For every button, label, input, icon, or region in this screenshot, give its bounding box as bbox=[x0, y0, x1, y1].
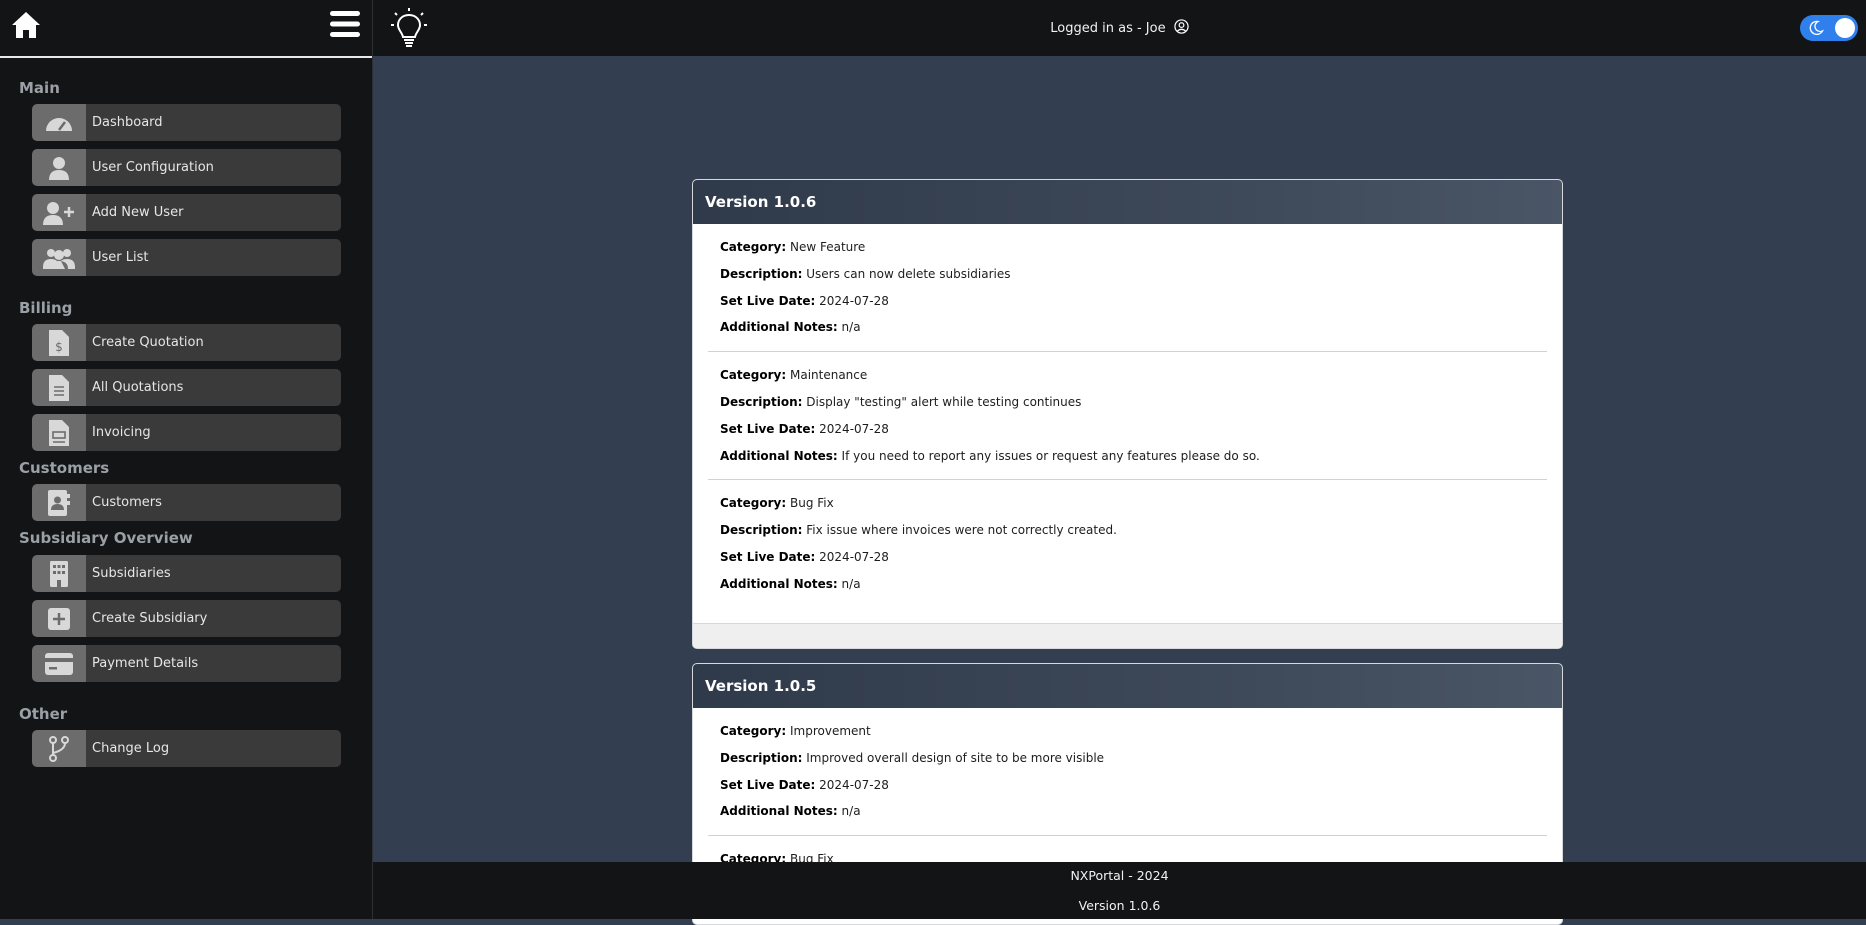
additional-notes-label: Additional Notes: bbox=[720, 576, 838, 591]
set-live-date-label: Set Live Date: bbox=[720, 293, 816, 308]
version-title: Version 1.0.5 bbox=[693, 664, 1562, 708]
sidebar-top bbox=[0, 0, 372, 58]
file-invoice-icon bbox=[32, 414, 86, 451]
set-live-date-label: Set Live Date: bbox=[720, 421, 816, 436]
code-branch-icon bbox=[32, 730, 86, 767]
sidebar-item-customers[interactable]: Customers bbox=[32, 484, 341, 521]
section-title-billing: Billing bbox=[19, 299, 73, 317]
description-value: Improved overall design of site to be mo… bbox=[806, 750, 1105, 765]
category-value: New Feature bbox=[789, 240, 866, 254]
category-label: Category: bbox=[720, 724, 787, 738]
description-label: Description: bbox=[720, 394, 803, 409]
sidebar-item-label: Payment Details bbox=[92, 656, 199, 671]
sidebar-item-label: Create Subsidiary bbox=[92, 611, 208, 626]
section-title-customers: Customers bbox=[19, 459, 110, 477]
set-live-date-label: Set Live Date: bbox=[720, 777, 816, 792]
sidebar-item-label: Add New User bbox=[92, 205, 184, 220]
additional-notes-label: Additional Notes: bbox=[720, 804, 838, 819]
home-icon[interactable] bbox=[10, 10, 46, 46]
sidebar-item-subsidiaries[interactable]: Subsidiaries bbox=[32, 555, 341, 592]
building-icon bbox=[32, 555, 86, 592]
login-status: Logged in as - Joe bbox=[373, 19, 1866, 38]
sidebar-item-create-subsidiary[interactable]: Create Subsidiary bbox=[32, 600, 341, 637]
sidebar: Main Dashboard User Configuration Add Ne… bbox=[0, 0, 373, 919]
sidebar-item-label: Dashboard bbox=[92, 115, 163, 130]
changelog-entry: Category: Bug Fix Description: Fix issue… bbox=[708, 479, 1547, 607]
category-label: Category: bbox=[720, 496, 787, 511]
address-book-icon bbox=[32, 484, 86, 521]
set-live-date-value: 2024-07-28 bbox=[819, 777, 889, 792]
sidebar-item-label: Create Quotation bbox=[92, 335, 204, 350]
sidebar-item-label: Subsidiaries bbox=[92, 566, 171, 581]
additional-notes-value: n/a bbox=[841, 804, 861, 819]
user-plus-icon bbox=[32, 194, 86, 231]
category-label: Category: bbox=[720, 368, 787, 383]
description-label: Description: bbox=[720, 750, 803, 765]
sidebar-item-user-configuration[interactable]: User Configuration bbox=[32, 149, 341, 186]
menu-icon[interactable] bbox=[330, 11, 362, 39]
sidebar-item-label: All Quotations bbox=[92, 380, 184, 395]
invoice-dollar-icon: $ bbox=[32, 324, 86, 361]
sidebar-item-change-log[interactable]: Change Log bbox=[32, 730, 341, 767]
square-plus-icon bbox=[32, 600, 86, 637]
sidebar-item-invoicing[interactable]: Invoicing bbox=[32, 414, 341, 451]
sidebar-item-user-list[interactable]: User List bbox=[32, 239, 341, 276]
category-label: Category: bbox=[720, 240, 787, 254]
set-live-date-value: 2024-07-28 bbox=[819, 549, 889, 564]
category-value: Improvement bbox=[789, 724, 871, 738]
card-footer bbox=[693, 623, 1562, 648]
users-icon bbox=[32, 239, 86, 276]
additional-notes-value: n/a bbox=[841, 576, 861, 591]
description-label: Description: bbox=[720, 523, 803, 538]
dark-mode-toggle[interactable] bbox=[1800, 15, 1858, 41]
additional-notes-label: Additional Notes: bbox=[720, 320, 838, 335]
category-value: Bug Fix bbox=[789, 496, 834, 511]
sidebar-item-label: Change Log bbox=[92, 741, 170, 756]
sidebar-item-all-quotations[interactable]: All Quotations bbox=[32, 369, 341, 406]
additional-notes-label: Additional Notes: bbox=[720, 448, 838, 463]
category-value: Maintenance bbox=[789, 368, 868, 383]
page-footer: NXPortal - 2024 Version 1.0.6 bbox=[373, 862, 1866, 919]
section-title-main: Main bbox=[19, 79, 60, 97]
description-label: Description: bbox=[720, 266, 803, 281]
section-title-subsidiary-overview: Subsidiary Overview bbox=[19, 529, 193, 547]
changelog-entry: Category: Improvement Description: Impro… bbox=[693, 708, 1562, 835]
credit-card-icon bbox=[32, 645, 86, 682]
svg-text:$: $ bbox=[55, 340, 63, 354]
sidebar-item-label: Invoicing bbox=[92, 425, 151, 440]
description-value: Users can now delete subsidiaries bbox=[806, 266, 1011, 281]
sidebar-item-add-new-user[interactable]: Add New User bbox=[32, 194, 341, 231]
description-value: Display "testing" alert while testing co… bbox=[806, 394, 1082, 409]
additional-notes-value: n/a bbox=[841, 320, 861, 335]
sidebar-item-label: User Configuration bbox=[92, 160, 214, 175]
sidebar-item-label: Customers bbox=[92, 495, 162, 510]
sidebar-item-dashboard[interactable]: Dashboard bbox=[32, 104, 341, 141]
changelog-entry: Category: New Feature Description: Users… bbox=[693, 224, 1562, 351]
changelog-entry: Category: Maintenance Description: Displ… bbox=[708, 351, 1547, 479]
additional-notes-value: If you need to report any issues or requ… bbox=[841, 448, 1260, 463]
user-icon bbox=[32, 149, 86, 186]
login-text: Logged in as - Joe bbox=[1050, 21, 1166, 36]
moon-icon bbox=[1808, 20, 1825, 40]
footer-version: Version 1.0.6 bbox=[1078, 898, 1161, 913]
toggle-knob bbox=[1835, 18, 1855, 38]
top-header: Logged in as - Joe bbox=[373, 0, 1866, 56]
version-card: Version 1.0.6 Category: New Feature Desc… bbox=[692, 179, 1563, 649]
description-value: Fix issue where invoices were not correc… bbox=[806, 523, 1117, 538]
section-title-other: Other bbox=[19, 705, 68, 723]
set-live-date-value: 2024-07-28 bbox=[819, 293, 889, 308]
gauge-icon bbox=[32, 104, 86, 141]
sidebar-item-label: User List bbox=[92, 250, 149, 265]
user-circle-icon[interactable] bbox=[1174, 19, 1189, 38]
sidebar-item-create-quotation[interactable]: $ Create Quotation bbox=[32, 324, 341, 361]
version-title: Version 1.0.6 bbox=[693, 180, 1562, 224]
footer-brand: NXPortal - 2024 bbox=[1070, 868, 1169, 883]
file-lines-icon bbox=[32, 369, 86, 406]
set-live-date-value: 2024-07-28 bbox=[819, 421, 889, 436]
set-live-date-label: Set Live Date: bbox=[720, 549, 816, 564]
sidebar-item-payment-details[interactable]: Payment Details bbox=[32, 645, 341, 682]
